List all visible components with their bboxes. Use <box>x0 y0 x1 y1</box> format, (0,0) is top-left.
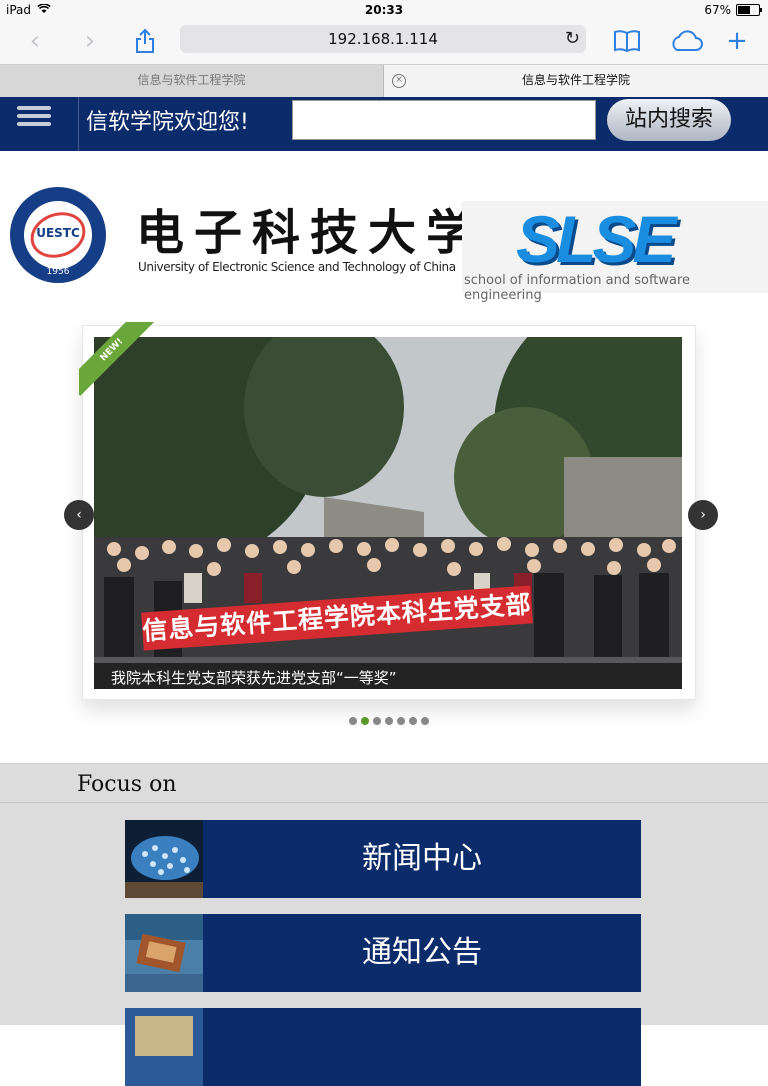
focus-item-notices[interactable]: 通知公告 <box>125 914 641 992</box>
slider-dot[interactable] <box>361 717 369 725</box>
menu-button[interactable] <box>0 97 79 151</box>
hamburger-line <box>17 122 51 126</box>
hamburger-icon <box>17 106 51 110</box>
focus-divider <box>0 802 768 803</box>
badge-year: 1956 <box>46 267 70 277</box>
slider-dot[interactable] <box>409 717 417 725</box>
back-icon[interactable]: ‹ <box>20 26 50 56</box>
share-icon[interactable] <box>130 26 160 56</box>
welcome-text: 信软学院欢迎您! <box>86 110 249 135</box>
caption-bar: 我院本科生党支部荣获先进党支部“一等奖” <box>94 663 682 689</box>
slider-prev-icon[interactable]: ‹ <box>64 500 94 530</box>
status-time: 20:33 <box>364 3 404 17</box>
slider-next-icon[interactable]: › <box>688 500 718 530</box>
notices-thumbnail <box>125 914 203 992</box>
focus-item-label <box>203 1008 641 1086</box>
hamburger-line <box>17 114 51 118</box>
tab-title: 信息与软件工程学院 <box>137 73 246 87</box>
slse-wordmark: SLSE <box>516 202 676 276</box>
search-button[interactable]: 站内搜索 <box>607 99 731 141</box>
focus-section: Focus on 新闻中心 通知公告 <box>0 763 768 1086</box>
uestc-logo[interactable]: UESTC 1956 <box>10 187 106 283</box>
logo-area: UESTC 1956 电子科技大学 University of Electron… <box>0 151 768 311</box>
focus-item-third[interactable] <box>125 1008 641 1086</box>
university-name-cn: 电子科技大学 <box>136 205 485 261</box>
focus-title: Focus on <box>77 772 177 797</box>
close-tab-icon[interactable]: × <box>392 74 406 88</box>
focus-item-news[interactable]: 新闻中心 <box>125 820 641 898</box>
tab-active[interactable]: × 信息与软件工程学院 <box>384 65 768 98</box>
slse-logo[interactable]: SLSE school of information and software … <box>462 201 768 303</box>
tab-bar: 信息与软件工程学院 × 信息与软件工程学院 <box>0 64 768 99</box>
new-ribbon-label: NEW! <box>79 322 158 396</box>
slider-dot[interactable] <box>397 717 405 725</box>
badge-text: UESTC <box>36 226 80 240</box>
focus-item-label: 新闻中心 <box>362 841 482 876</box>
forward-icon[interactable]: › <box>75 26 105 56</box>
status-bar: iPad 20:33 67% <box>0 0 768 20</box>
bookmarks-icon[interactable] <box>612 26 642 56</box>
url-text: 192.168.1.114 <box>328 30 438 48</box>
search-input[interactable] <box>292 100 596 140</box>
icloud-tabs-icon[interactable] <box>666 26 706 56</box>
slider-pagination <box>349 717 429 725</box>
url-bar[interactable]: 192.168.1.114 ↻ <box>180 25 586 53</box>
slider-dot[interactable] <box>349 717 357 725</box>
new-tab-icon[interactable]: + <box>722 26 752 56</box>
new-ribbon: NEW! <box>79 322 159 402</box>
slse-subtitle: school of information and software engin… <box>464 273 691 303</box>
image-slider: 信息与软件工程学院本科生党支部 我院本科生党支部荣获先进党支部“一等奖” NEW… <box>79 322 696 700</box>
university-name-en: University of Electronic Science and Tec… <box>138 260 456 274</box>
battery-icon <box>736 4 762 16</box>
tab-inactive[interactable]: 信息与软件工程学院 <box>0 65 384 98</box>
slider-dot[interactable] <box>373 717 381 725</box>
slider-dot[interactable] <box>421 717 429 725</box>
slide-photo[interactable]: 信息与软件工程学院本科生党支部 我院本科生党支部荣获先进党支部“一等奖” <box>94 337 682 689</box>
tab-title: 信息与软件工程学院 <box>521 73 630 87</box>
reload-icon[interactable]: ↻ <box>565 25 580 53</box>
browser-toolbar: ‹ › 192.168.1.114 ↻ + <box>0 20 768 64</box>
news-thumbnail <box>125 820 203 898</box>
battery-percent: 67% <box>704 3 731 17</box>
focus-item-label: 通知公告 <box>362 935 482 970</box>
slide-caption[interactable]: 我院本科生党支部荣获先进党支部“一等奖” <box>111 667 397 688</box>
site-header: 信软学院欢迎您! 站内搜索 <box>0 97 768 151</box>
building-thumbnail <box>125 1008 203 1086</box>
slider-dot[interactable] <box>385 717 393 725</box>
